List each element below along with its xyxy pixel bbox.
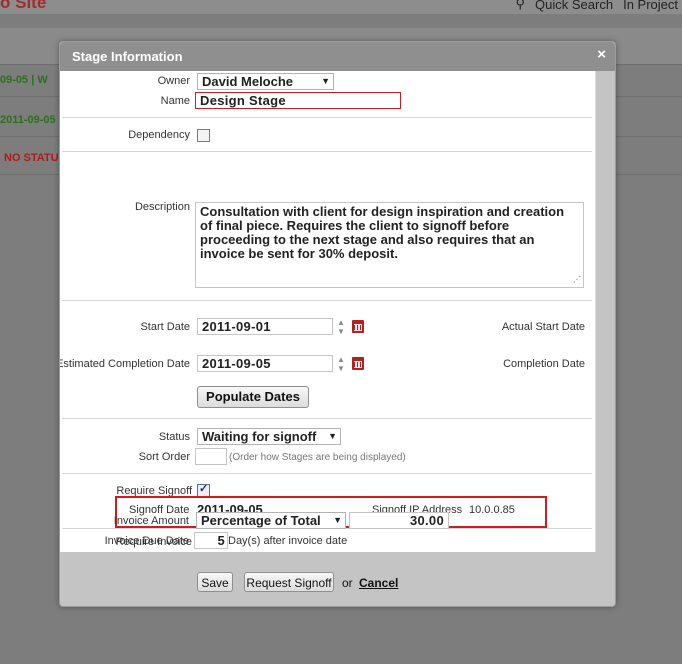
background-row-text: 2011-09-05: [0, 114, 56, 126]
dialog-titlebar[interactable]: Stage Information ×: [60, 42, 615, 71]
cancel-link[interactable]: Cancel: [359, 576, 398, 590]
request-signoff-button[interactable]: Request Signoff: [244, 572, 334, 592]
invoice-due-label: Invoice Due Date: [104, 535, 189, 547]
invoice-type-value: Percentage of Total: [201, 513, 321, 528]
app-header-bar: o Site ⚲ Quick Search In Project: [0, 0, 682, 14]
quick-search-link[interactable]: Quick Search: [535, 0, 613, 12]
header-tools: ⚲ Quick Search In Project: [516, 0, 679, 12]
background-row-text: 09-05 | W: [0, 74, 48, 86]
close-icon[interactable]: ×: [597, 46, 606, 63]
dialog-title: Stage Information: [72, 49, 183, 64]
invoice-due-suffix: Day(s) after invoice date: [228, 535, 348, 547]
invoice-type-select[interactable]: Percentage of Total ▼: [196, 512, 346, 529]
invoice-due-value: 5: [217, 533, 225, 548]
save-button[interactable]: Save: [197, 572, 233, 592]
or-text: or: [342, 576, 353, 590]
invoice-fields: Invoice Amount Percentage of Total ▼ 30.…: [59, 70, 594, 551]
invoice-due-input[interactable]: 5: [194, 532, 228, 549]
site-title: o Site: [0, 0, 47, 12]
chevron-down-icon: ▼: [333, 515, 342, 525]
background-row-text: NO STATU: [4, 152, 59, 164]
search-icon[interactable]: ⚲: [516, 0, 526, 12]
invoice-amount-input[interactable]: 30.00: [349, 512, 449, 529]
invoice-amount-value: 30.00: [409, 513, 444, 528]
in-projects-link[interactable]: In Project: [623, 0, 678, 12]
invoice-amount-label: Invoice Amount: [113, 515, 189, 527]
